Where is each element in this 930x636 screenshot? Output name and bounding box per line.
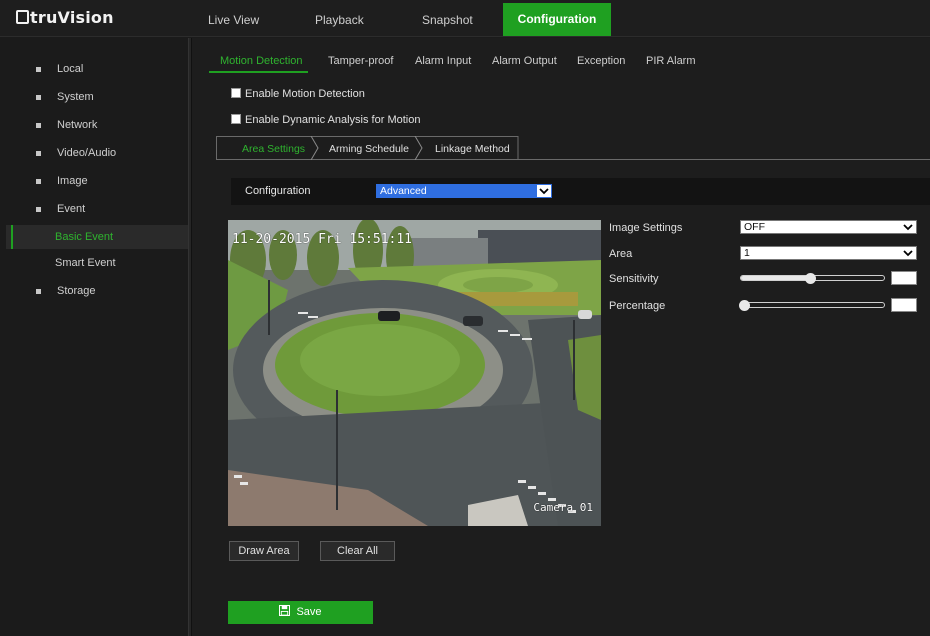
enable-dynamic-analysis[interactable]: Enable Dynamic Analysis for Motion — [231, 114, 420, 126]
bullet-icon — [36, 289, 41, 294]
brand-logo-icon — [16, 10, 29, 24]
sidebar-item-smart-event[interactable]: Smart Event — [6, 251, 188, 275]
chevron-right-icon — [310, 136, 319, 160]
clear-all-button[interactable]: Clear All — [320, 541, 395, 561]
brand-logo-text: truVision — [30, 8, 114, 27]
save-button-label: Save — [296, 606, 322, 618]
sidebar-item-label: Basic Event — [55, 231, 114, 243]
sidebar-item-label: Storage — [57, 285, 96, 297]
area-label: Area — [609, 248, 633, 260]
subtab-exception[interactable]: Exception — [577, 55, 625, 67]
bullet-icon — [36, 179, 41, 184]
sidebar-item-label: Local — [57, 63, 84, 75]
sidebar-item-label: Event — [57, 203, 86, 215]
subtab-alarm-input[interactable]: Alarm Input — [415, 55, 471, 67]
bullet-icon — [36, 67, 41, 72]
enable-dynamic-label: Enable Dynamic Analysis for Motion — [245, 114, 421, 126]
video-camera-name: Camera 01 — [533, 501, 593, 514]
enable-dynamic-checkbox[interactable] — [231, 114, 241, 124]
percentage-slider[interactable] — [740, 302, 885, 308]
step-arming-schedule[interactable]: Arming Schedule — [329, 138, 409, 160]
sensitivity-value-box[interactable] — [891, 271, 917, 285]
step-tabs-line — [518, 159, 930, 160]
area-value: 1 — [744, 247, 750, 259]
area-select[interactable]: 1 — [740, 246, 917, 260]
save-button[interactable]: Save — [228, 601, 373, 624]
image-settings-value: OFF — [744, 221, 765, 233]
sidebar-item-label: Network — [57, 119, 98, 131]
sidebar-item-event[interactable]: Event — [6, 197, 188, 221]
enable-motion-checkbox[interactable] — [231, 88, 241, 98]
configuration-select[interactable]: Advanced — [376, 184, 552, 198]
video-preview[interactable]: 11-20-2015 Fri 15:51:11 Camera 01 — [228, 220, 601, 526]
subtab-pir-alarm[interactable]: PIR Alarm — [646, 55, 696, 67]
sidebar-item-image[interactable]: Image — [6, 169, 188, 193]
tab-snapshot[interactable]: Snapshot — [409, 4, 486, 37]
sidebar-item-label: Video/Audio — [57, 147, 117, 159]
chevron-down-icon — [903, 250, 913, 257]
sidebar: Local System Network Video/Audio Image E… — [6, 38, 188, 636]
image-settings-select[interactable]: OFF — [740, 220, 917, 234]
image-settings-label: Image Settings — [609, 222, 683, 234]
top-bar: truVision Live View Playback Snapshot Co… — [0, 0, 930, 37]
sensitivity-slider-thumb[interactable] — [805, 273, 816, 284]
dropdown-button[interactable] — [537, 185, 551, 197]
sidebar-item-local[interactable]: Local — [6, 57, 188, 81]
configuration-value: Advanced — [380, 185, 427, 197]
main-panel: Motion Detection Tamper-proof Alarm Inpu… — [192, 38, 930, 636]
step-end-edge — [517, 136, 519, 160]
sidebar-item-label: Smart Event — [55, 257, 116, 269]
camera-scene-image — [228, 220, 601, 526]
enable-motion-label: Enable Motion Detection — [245, 88, 365, 100]
sidebar-item-network[interactable]: Network — [6, 113, 188, 137]
sidebar-item-storage[interactable]: Storage — [6, 279, 188, 303]
tab-configuration[interactable]: Configuration — [503, 3, 611, 36]
subtab-alarm-output[interactable]: Alarm Output — [492, 55, 557, 67]
chevron-down-icon — [539, 188, 549, 195]
sidebar-item-video-audio[interactable]: Video/Audio — [6, 141, 188, 165]
tab-playback[interactable]: Playback — [302, 4, 377, 37]
sidebar-item-basic-event[interactable]: Basic Event — [6, 225, 188, 249]
sidebar-item-label: Image — [57, 175, 88, 187]
bullet-icon — [36, 123, 41, 128]
tab-live-view[interactable]: Live View — [195, 4, 272, 37]
sidebar-item-system[interactable]: System — [6, 85, 188, 109]
percentage-label: Percentage — [609, 300, 666, 312]
subtab-tamper-proof[interactable]: Tamper-proof — [328, 55, 393, 67]
brand-logo: truVision — [16, 8, 114, 27]
enable-motion-detection[interactable]: Enable Motion Detection — [231, 88, 365, 100]
sensitivity-slider-fill — [741, 276, 811, 280]
chevron-down-icon — [903, 224, 913, 231]
sensitivity-label: Sensitivity — [609, 273, 659, 285]
bullet-icon — [36, 95, 41, 100]
sidebar-item-label: System — [57, 91, 94, 103]
subtab-motion-detection[interactable]: Motion Detection — [220, 55, 303, 67]
floppy-disk-icon — [279, 605, 291, 616]
bullet-icon — [36, 151, 41, 156]
bullet-icon — [36, 207, 41, 212]
percentage-slider-thumb[interactable] — [739, 300, 750, 311]
step-linkage-method[interactable]: Linkage Method — [435, 138, 510, 160]
configuration-label: Configuration — [245, 185, 311, 197]
configuration-bar: Configuration Advanced — [231, 178, 930, 205]
step-area-settings[interactable]: Area Settings — [242, 138, 305, 160]
video-timestamp: 11-20-2015 Fri 15:51:11 — [232, 232, 413, 247]
draw-area-button[interactable]: Draw Area — [229, 541, 299, 561]
percentage-value-box[interactable] — [891, 298, 917, 312]
chevron-right-icon — [414, 136, 423, 160]
subtab-active-indicator — [209, 71, 308, 73]
